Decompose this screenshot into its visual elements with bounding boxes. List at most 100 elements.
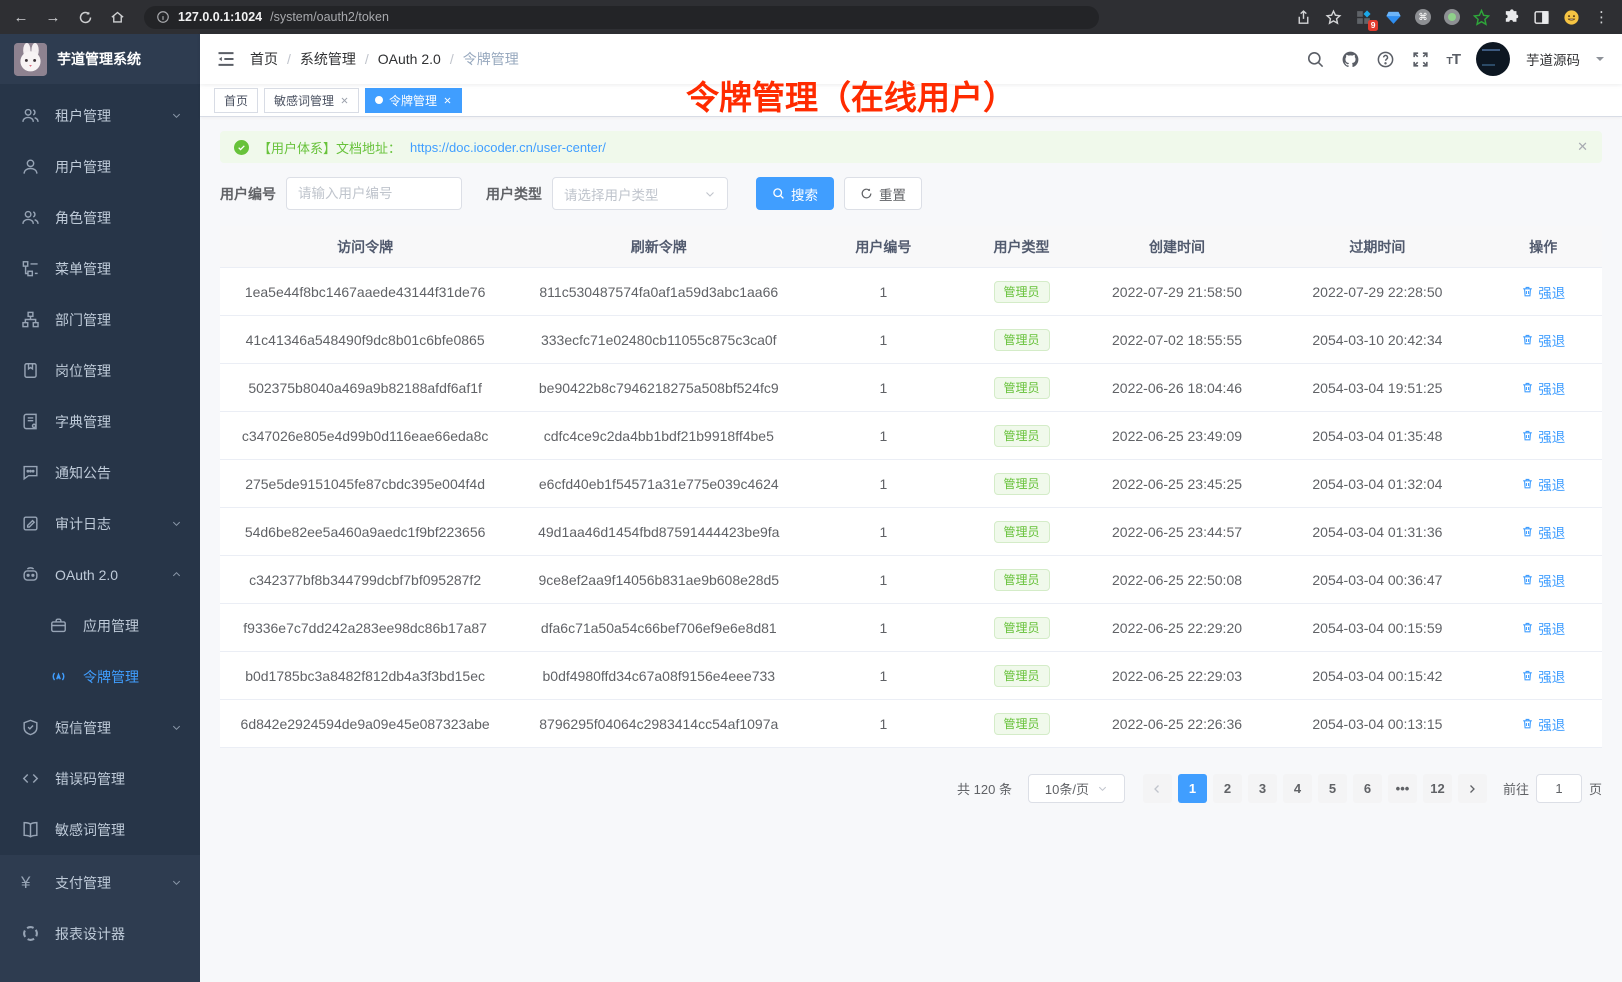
user-type-badge: 管理员 xyxy=(994,665,1050,687)
user-type-select[interactable]: 请选择用户类型 xyxy=(552,177,728,210)
side-panel-icon[interactable] xyxy=(1533,9,1550,26)
reset-button[interactable]: 重置 xyxy=(844,177,922,210)
table-row: b0d1785bc3a8482f812db4a3f3bd15ec b0df498… xyxy=(220,652,1602,700)
fullscreen-icon[interactable] xyxy=(1411,50,1430,69)
access-token-cell: 41c41346a548490f9dc8b01c6bfe0865 xyxy=(220,332,510,348)
page-button-5[interactable]: 5 xyxy=(1318,774,1347,803)
close-icon[interactable] xyxy=(340,96,349,105)
sidebar-item-oauth2[interactable]: OAuth 2.0 xyxy=(0,549,200,600)
table-row: 54d6be82ee5a460a9aedc1f9bf223656 49d1aa4… xyxy=(220,508,1602,556)
briefcase-icon xyxy=(49,616,68,635)
bookmark-star-icon[interactable] xyxy=(1325,9,1342,26)
forward-icon[interactable]: → xyxy=(44,8,62,26)
alert-close-icon[interactable]: ✕ xyxy=(1577,139,1588,155)
sidebar-item-error-code[interactable]: 错误码管理 xyxy=(0,753,200,804)
force-logout-button[interactable]: 强退 xyxy=(1521,330,1565,350)
force-logout-button[interactable]: 强退 xyxy=(1521,474,1565,494)
close-icon[interactable] xyxy=(443,96,452,105)
force-logout-button[interactable]: 强退 xyxy=(1521,378,1565,398)
sidebar-item-pay[interactable]: ¥ 支付管理 xyxy=(0,857,200,908)
page-ellipsis-button[interactable]: ••• xyxy=(1388,774,1417,803)
browser-menu-icon[interactable]: ⋮ xyxy=(1593,9,1610,26)
url-bar[interactable]: 127.0.0.1:1024/system/oauth2/token xyxy=(144,6,1099,29)
reload-icon[interactable] xyxy=(76,8,94,26)
sidebar-item-notice[interactable]: 通知公告 xyxy=(0,447,200,498)
extension-blocks-icon[interactable]: 9 xyxy=(1355,9,1372,26)
font-size-icon[interactable]: TT xyxy=(1446,51,1460,68)
help-icon[interactable] xyxy=(1376,50,1395,69)
doc-link[interactable]: https://doc.iocoder.cn/user-center/ xyxy=(410,140,606,155)
force-logout-button[interactable]: 强退 xyxy=(1521,570,1565,590)
github-icon[interactable] xyxy=(1341,50,1360,69)
table-row: 1ea5e44f8bc1467aaede43144f31de76 811c530… xyxy=(220,268,1602,316)
force-logout-button[interactable]: 强退 xyxy=(1521,282,1565,302)
access-token-cell: 1ea5e44f8bc1467aaede43144f31de76 xyxy=(220,284,510,300)
share-icon[interactable] xyxy=(1295,9,1312,26)
tab-sensitive-word[interactable]: 敏感词管理 xyxy=(264,88,359,113)
page-button-2[interactable]: 2 xyxy=(1213,774,1242,803)
tab-token[interactable]: 令牌管理 xyxy=(365,88,462,113)
caret-down-icon[interactable] xyxy=(1596,57,1604,65)
breadcrumb-home[interactable]: 首页 xyxy=(250,49,278,69)
sidebar-item-menu[interactable]: 菜单管理 xyxy=(0,243,200,294)
collapse-sidebar-icon[interactable] xyxy=(216,49,236,69)
user-type-badge: 管理员 xyxy=(994,425,1050,447)
sidebar-item-sms[interactable]: 短信管理 xyxy=(0,702,200,753)
profile-avatar-icon[interactable] xyxy=(1563,9,1580,26)
home-icon[interactable] xyxy=(108,8,126,26)
user-id-input[interactable] xyxy=(286,177,462,210)
prev-page-button[interactable] xyxy=(1143,774,1172,803)
goto-page-input[interactable] xyxy=(1536,774,1582,803)
user-avatar[interactable] xyxy=(1476,42,1510,76)
refresh-token-cell: 333ecfc71e02480cb11055c875c3ca0f xyxy=(510,332,807,348)
trash-icon xyxy=(1521,429,1534,442)
pie-icon xyxy=(21,924,40,943)
sidebar-item-oauth2-app[interactable]: 应用管理 xyxy=(0,600,200,651)
access-token-cell: b0d1785bc3a8482f812db4a3f3bd15ec xyxy=(220,668,510,684)
sidebar-item-user[interactable]: 用户管理 xyxy=(0,141,200,192)
page-size-select[interactable]: 10条/页 xyxy=(1028,774,1125,803)
sidebar-item-role[interactable]: 角色管理 xyxy=(0,192,200,243)
site-info-icon[interactable] xyxy=(156,10,170,24)
username[interactable]: 芋道源码 xyxy=(1526,49,1580,69)
page-button-6[interactable]: 6 xyxy=(1353,774,1382,803)
sidebar-item-report-designer[interactable]: 报表设计器 xyxy=(0,908,200,959)
user-type-badge: 管理员 xyxy=(994,521,1050,543)
sidebar-item-dict[interactable]: 字典管理 xyxy=(0,396,200,447)
star-extension-icon[interactable] xyxy=(1473,9,1490,26)
dictionary-icon xyxy=(21,412,40,431)
sidebar-item-post[interactable]: 岗位管理 xyxy=(0,345,200,396)
force-logout-button[interactable]: 强退 xyxy=(1521,714,1565,734)
breadcrumb-system[interactable]: 系统管理 xyxy=(300,49,356,69)
page-button-3[interactable]: 3 xyxy=(1248,774,1277,803)
force-logout-button[interactable]: 强退 xyxy=(1521,426,1565,446)
page-content: 【用户体系】文档地址： https://doc.iocoder.cn/user-… xyxy=(200,117,1622,982)
sidebar-item-tenant[interactable]: 租户管理 xyxy=(0,90,200,141)
table-row: c342377bf8b344799dcbf7bf095287f2 9ce8ef2… xyxy=(220,556,1602,604)
sidebar-item-sensitive-word[interactable]: 敏感词管理 xyxy=(0,804,200,855)
sidebar-item-audit-log[interactable]: 审计日志 xyxy=(0,498,200,549)
expires-cell: 2054-03-04 01:31:36 xyxy=(1270,524,1484,540)
breadcrumb-oauth2[interactable]: OAuth 2.0 xyxy=(378,51,441,67)
tab-home[interactable]: 首页 xyxy=(214,88,258,113)
force-logout-button[interactable]: 强退 xyxy=(1521,618,1565,638)
user-id-cell: 1 xyxy=(807,380,959,396)
force-logout-button[interactable]: 强退 xyxy=(1521,666,1565,686)
gem-extension-icon[interactable] xyxy=(1385,9,1402,26)
access-token-cell: c347026e805e4d99b0d116eae66eda8c xyxy=(220,428,510,444)
search-icon[interactable] xyxy=(1306,50,1325,69)
page-button-1[interactable]: 1 xyxy=(1178,774,1207,803)
search-button[interactable]: 搜索 xyxy=(756,177,834,210)
page-button-12[interactable]: 12 xyxy=(1423,774,1452,803)
pagination: 共 120 条 10条/页 1 2 3 4 5 6 ••• 12 前往 页 xyxy=(220,774,1602,803)
force-logout-button[interactable]: 强退 xyxy=(1521,522,1565,542)
sidebar-item-dept[interactable]: 部门管理 xyxy=(0,294,200,345)
chevron-down-icon xyxy=(171,722,182,733)
page-button-4[interactable]: 4 xyxy=(1283,774,1312,803)
back-icon[interactable]: ← xyxy=(12,8,30,26)
record-extension-icon[interactable] xyxy=(1444,9,1460,25)
sidebar-item-oauth2-token[interactable]: 令牌管理 xyxy=(0,651,200,702)
extensions-puzzle-icon[interactable] xyxy=(1503,9,1520,26)
next-page-button[interactable] xyxy=(1458,774,1487,803)
command-extension-icon[interactable]: ⌘ xyxy=(1415,9,1431,25)
